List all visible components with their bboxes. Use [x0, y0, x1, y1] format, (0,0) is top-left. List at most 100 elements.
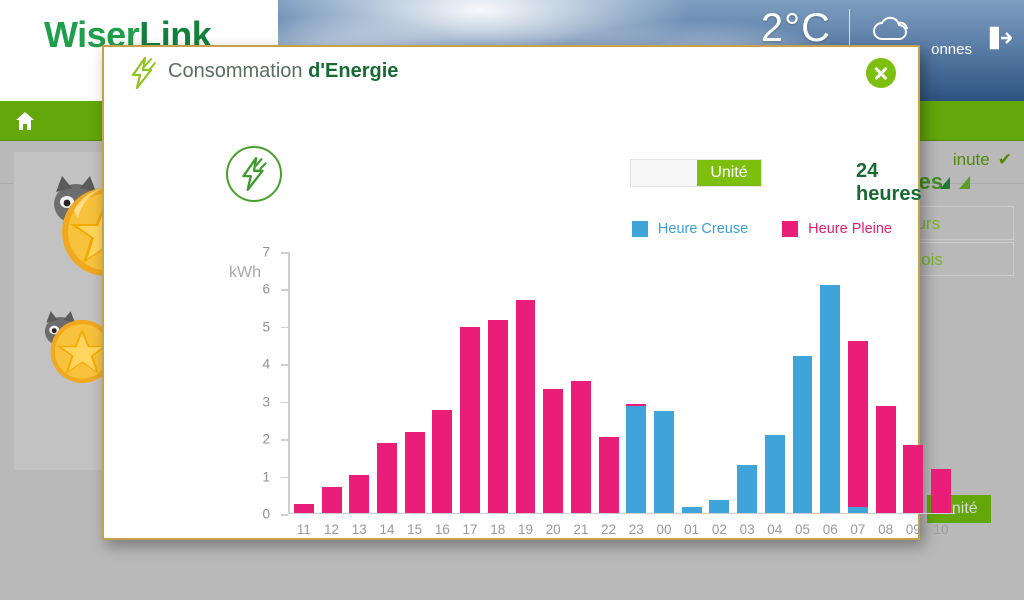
y-axis-tick-label: 7: [262, 244, 270, 260]
chart-bar-group[interactable]: 12: [318, 252, 346, 537]
chart-bar-segment-pleine: [432, 409, 453, 513]
chart-bar-segment-creuse: [737, 465, 758, 513]
chart-bar-stack: [792, 356, 813, 513]
chart-bar-stack: [404, 431, 425, 513]
chart-bar-segment-creuse: [847, 506, 868, 513]
chart-bar-group[interactable]: 13: [345, 252, 373, 537]
y-axis-tick-label: 3: [262, 394, 270, 410]
x-axis-tick-label: 01: [684, 521, 700, 537]
chart-legend: Heure Creuse Heure Pleine: [631, 221, 892, 237]
chart-bar-group[interactable]: 23: [622, 252, 650, 537]
chart-bar-group[interactable]: 11: [290, 252, 318, 537]
logout-icon[interactable]: [986, 24, 1013, 57]
x-axis-tick-label: 22: [601, 521, 617, 537]
chart-bar-group[interactable]: 03: [733, 252, 761, 537]
x-axis-tick-label: 05: [794, 521, 811, 537]
legend-item-heure-creuse[interactable]: Heure Creuse: [631, 221, 748, 237]
home-icon[interactable]: [14, 110, 36, 137]
x-axis-tick-label: 00: [656, 521, 672, 537]
chart-bar-group[interactable]: 15: [401, 252, 429, 537]
dialog-title-regular: Consommation: [168, 60, 309, 82]
chart-bar-segment-pleine: [903, 445, 924, 513]
chart-bar-group[interactable]: 14: [373, 252, 401, 537]
chart-bar-stack: [903, 445, 924, 513]
x-axis-tick-label: 15: [407, 521, 423, 537]
chart-bar-group[interactable]: 18: [484, 252, 512, 537]
chart-bar-segment-pleine: [460, 327, 481, 513]
user-name-label: onnes: [931, 41, 972, 58]
chart-bar-stack: [847, 341, 868, 513]
interval-minute-row[interactable]: inute ✔: [953, 150, 1012, 170]
chart-bar-stack: [376, 442, 397, 513]
chart-bar-segment-pleine: [321, 487, 342, 513]
chart-bar-stack: [681, 507, 702, 513]
chart-bar-stack: [626, 403, 647, 513]
chart-bar-group[interactable]: 00: [650, 252, 678, 537]
chart-bar-stack: [709, 499, 730, 513]
x-axis-tick-label: 16: [434, 521, 450, 537]
x-axis-tick-label: 04: [767, 521, 783, 537]
time-range-selector[interactable]: 24 heures: [856, 160, 950, 206]
chart-plot-area: 01234567 11 12 13 14 15 16 17 18 19 20 21 22 23 00 01 0…: [262, 245, 955, 537]
chart-bar-stack: [349, 474, 370, 513]
x-axis-tick-label: 23: [628, 521, 644, 537]
chart-bar-stack: [654, 411, 674, 513]
y-axis-tick: 3: [262, 394, 288, 409]
app-root: WiserLink 2°C onnes inute ✔ ours mois Un…: [0, 0, 1024, 600]
x-axis-line: [288, 512, 955, 514]
chart-bar-segment-pleine: [515, 300, 536, 513]
legend-swatch-pleine: [782, 221, 799, 237]
chart-bar-group[interactable]: 08: [872, 252, 900, 537]
chart-bar-group[interactable]: 21: [567, 252, 595, 537]
chart-bar-stack: [321, 487, 342, 513]
chart-bar-group[interactable]: 09: [899, 252, 927, 537]
chart-bar-segment-creuse: [654, 411, 674, 513]
x-axis-tick-label: 07: [850, 521, 866, 537]
y-axis-tick-label: 4: [262, 356, 270, 372]
x-axis-tick-label: 14: [379, 521, 395, 537]
chart-bar-group[interactable]: 22: [595, 252, 623, 537]
y-axis-tick-label: 2: [262, 431, 270, 447]
x-axis-tick-label: 13: [351, 521, 367, 537]
energy-consumption-dialog: Consommation d'Energie Unité 24 heures H…: [102, 45, 955, 540]
chart-bar-group[interactable]: 20: [539, 252, 567, 537]
x-axis-tick-label: 19: [517, 521, 533, 537]
chart-bar-group[interactable]: 04: [761, 252, 789, 537]
x-axis-tick-label: 20: [545, 521, 561, 537]
chart-bar-group[interactable]: 05: [789, 252, 817, 537]
chart-bar-segment-pleine: [349, 474, 370, 513]
energy-bolt-badge-icon: [226, 146, 282, 202]
chart-bar-segment-creuse: [792, 356, 813, 513]
y-axis-title: kWh: [229, 264, 261, 281]
x-axis-tick-label: 09: [905, 521, 921, 537]
chart-bar-group[interactable]: 17: [456, 252, 484, 537]
lightning-bolt-icon: [129, 56, 157, 94]
legend-label-pleine: Heure Pleine: [808, 221, 892, 237]
chart-bar-group[interactable]: 19: [512, 252, 540, 537]
y-axis-tick: 5: [262, 319, 288, 334]
chart-bar-segment-pleine: [847, 341, 868, 507]
chart-bar-segment-pleine: [931, 468, 951, 513]
chart-bar-group[interactable]: 06: [816, 252, 844, 537]
y-axis-tick: 1: [262, 469, 288, 484]
legend-item-heure-pleine[interactable]: Heure Pleine: [782, 221, 892, 237]
chart-bar-segment-pleine: [543, 389, 564, 513]
chart-bar-group[interactable]: 01: [678, 252, 706, 537]
dialog-title: Consommation d'Energie: [168, 60, 398, 83]
close-icon[interactable]: [866, 58, 896, 88]
unit-toggle-off-track: [631, 160, 697, 186]
check-icon: ✔: [997, 150, 1012, 169]
chart-bar-stack: [764, 435, 785, 513]
triangle-caret-icon: [939, 177, 950, 189]
chart-bar-group[interactable]: 02: [706, 252, 734, 537]
chart-bar-group[interactable]: 16: [429, 252, 457, 537]
cloud-icon: [868, 12, 914, 46]
x-axis-tick-label: 02: [711, 521, 727, 537]
weather-divider: [849, 8, 850, 49]
unit-toggle[interactable]: Unité: [630, 159, 762, 187]
x-axis-tick-label: 12: [324, 521, 340, 537]
chart-bar-group[interactable]: 07: [844, 252, 872, 537]
chart-bar-segment-pleine: [293, 504, 314, 513]
chart-bar-group[interactable]: 10: [927, 252, 955, 537]
chart-bar-stack: [570, 381, 591, 513]
